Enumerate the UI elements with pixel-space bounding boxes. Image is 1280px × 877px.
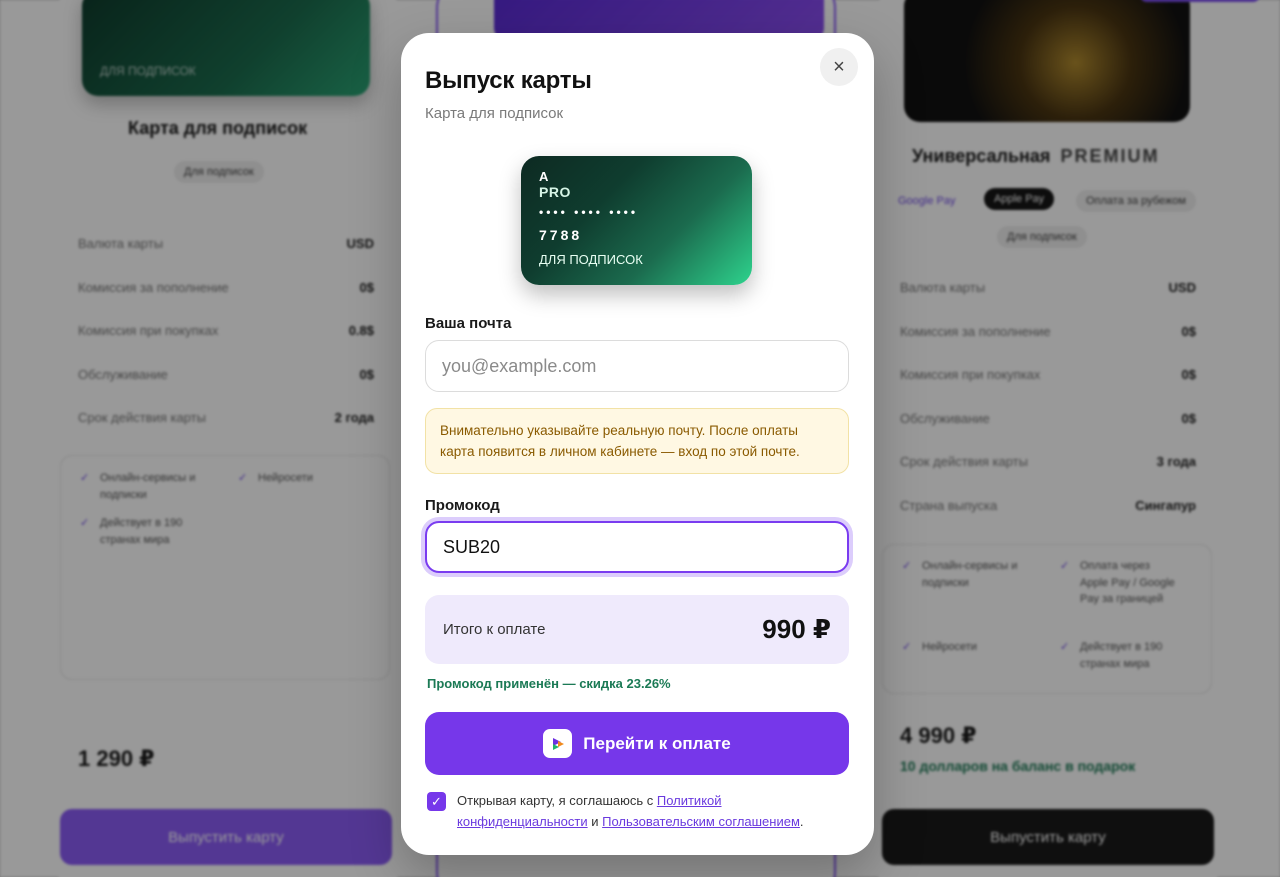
email-label: Ваша почта	[425, 315, 512, 332]
total-amount: 990 ₽	[762, 614, 831, 644]
check-icon: ✓	[431, 793, 442, 809]
payment-system-icon	[543, 729, 573, 758]
close-button[interactable]: ×	[820, 48, 858, 86]
modal-title: Выпуск карты	[425, 67, 592, 94]
promo-applied-status: Промокод применён — скидка 23.26%	[427, 676, 671, 691]
total-label: Итого к оплате	[443, 621, 546, 638]
card-last-digits: 7788	[539, 227, 583, 243]
agreement-checkbox[interactable]: ✓	[427, 792, 446, 811]
modal-subtitle: Карта для подписок	[425, 105, 564, 122]
card-brand-pro: PRO	[539, 184, 571, 200]
promo-label: Промокод	[425, 497, 500, 514]
agreement-text: Открывая карту, я соглашаюсь с Политикой…	[457, 793, 804, 829]
terms-link[interactable]: Пользовательским соглашением	[602, 814, 800, 829]
total-panel: Итого к оплате 990 ₽	[425, 595, 849, 664]
card-preview: A PRO •••• •••• •••• 7788 ДЛЯ ПОДПИСОК	[521, 156, 752, 285]
pay-button-label: Перейти к оплате	[583, 733, 731, 753]
agreement-row: ✓ Открывая карту, я соглашаюсь с Политик…	[427, 791, 847, 833]
close-icon: ×	[833, 55, 845, 78]
email-field[interactable]	[425, 340, 849, 392]
promo-code-input[interactable]	[425, 521, 849, 573]
card-masked-number: •••• •••• ••••	[539, 205, 639, 219]
issue-card-modal: × Выпуск карты Карта для подписок A PRO …	[401, 33, 874, 855]
pay-button[interactable]: Перейти к оплате	[425, 712, 849, 775]
email-warning: Внимательно указывайте реальную почту. П…	[425, 408, 849, 474]
card-brand-logo: A	[539, 169, 549, 184]
card-type-label: ДЛЯ ПОДПИСОК	[539, 252, 643, 267]
